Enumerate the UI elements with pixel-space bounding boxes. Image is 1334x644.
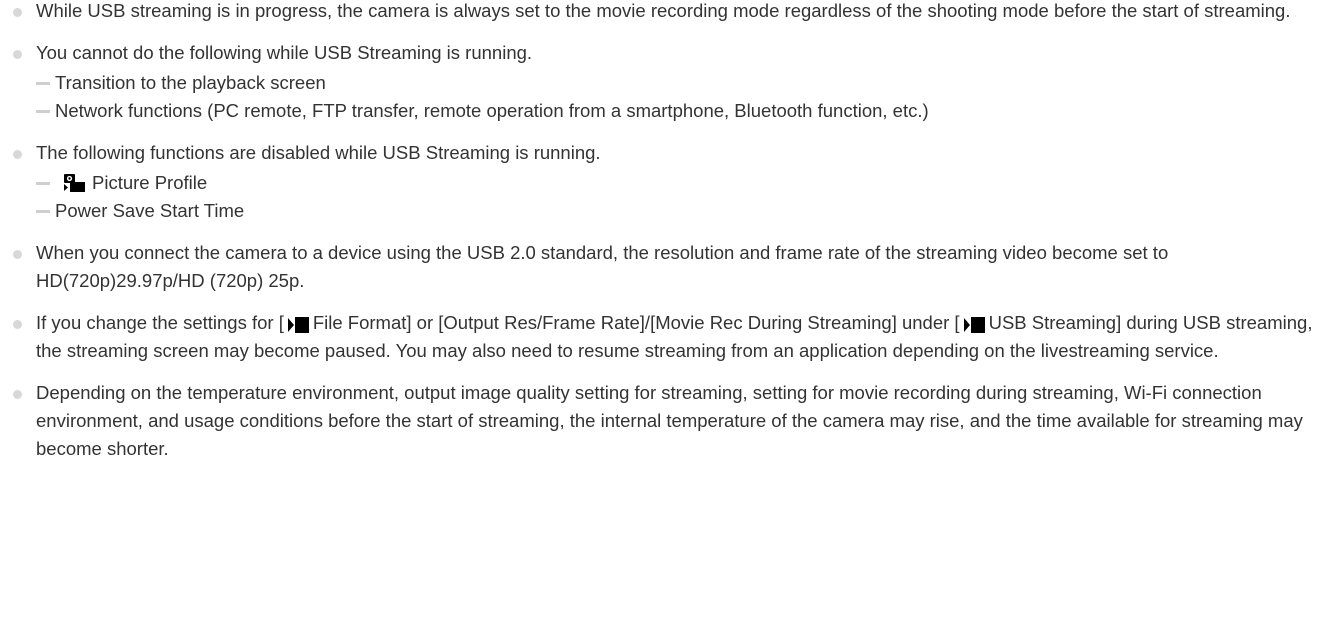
- note-text-b: File Format] or [Output Res/Frame Rate]/…: [312, 312, 960, 333]
- movie-mode-icon: [287, 317, 309, 333]
- dash-icon: [36, 181, 50, 185]
- note-text: While USB streaming is in progress, the …: [36, 0, 1291, 21]
- dash-icon: [36, 109, 50, 113]
- note-item: The following functions are disabled whi…: [13, 139, 1334, 225]
- notes-list: While USB streaming is in progress, the …: [0, 0, 1334, 463]
- note-text-a: If you change the settings for [: [36, 312, 284, 333]
- sub-item-text: Network functions (PC remote, FTP transf…: [55, 100, 929, 121]
- note-item: You cannot do the following while USB St…: [13, 39, 1334, 125]
- sub-list: Picture Profile Power Save Start Time: [36, 169, 1314, 225]
- sub-item: Transition to the playback screen: [36, 69, 1314, 97]
- bullet-icon: [13, 390, 22, 399]
- note-item: When you connect the camera to a device …: [13, 239, 1334, 295]
- note-text: When you connect the camera to a device …: [36, 242, 1169, 291]
- bullet-icon: [13, 250, 22, 259]
- sub-list: Transition to the playback screen Networ…: [36, 69, 1314, 125]
- sub-item: Network functions (PC remote, FTP transf…: [36, 97, 1314, 125]
- note-text: Depending on the temperature environment…: [36, 382, 1303, 459]
- dash-icon: [36, 209, 50, 213]
- bullet-icon: [13, 50, 22, 59]
- note-item: If you change the settings for [ File For…: [13, 309, 1334, 365]
- sub-item: Picture Profile: [36, 169, 1314, 197]
- dash-icon: [36, 81, 50, 85]
- bullet-icon: [13, 8, 22, 17]
- note-item: While USB streaming is in progress, the …: [13, 0, 1334, 25]
- note-item: Depending on the temperature environment…: [13, 379, 1334, 463]
- movie-mode-icon: [963, 317, 985, 333]
- picture-profile-icon: [64, 174, 85, 192]
- sub-item: Power Save Start Time: [36, 197, 1314, 225]
- bullet-icon: [13, 150, 22, 159]
- sub-item-text: Transition to the playback screen: [55, 72, 326, 93]
- bullet-icon: [13, 320, 22, 329]
- note-text: You cannot do the following while USB St…: [36, 42, 533, 63]
- sub-item-text: Picture Profile: [92, 172, 208, 193]
- note-text: The following functions are disabled whi…: [36, 142, 601, 163]
- sub-item-text: Power Save Start Time: [55, 200, 245, 221]
